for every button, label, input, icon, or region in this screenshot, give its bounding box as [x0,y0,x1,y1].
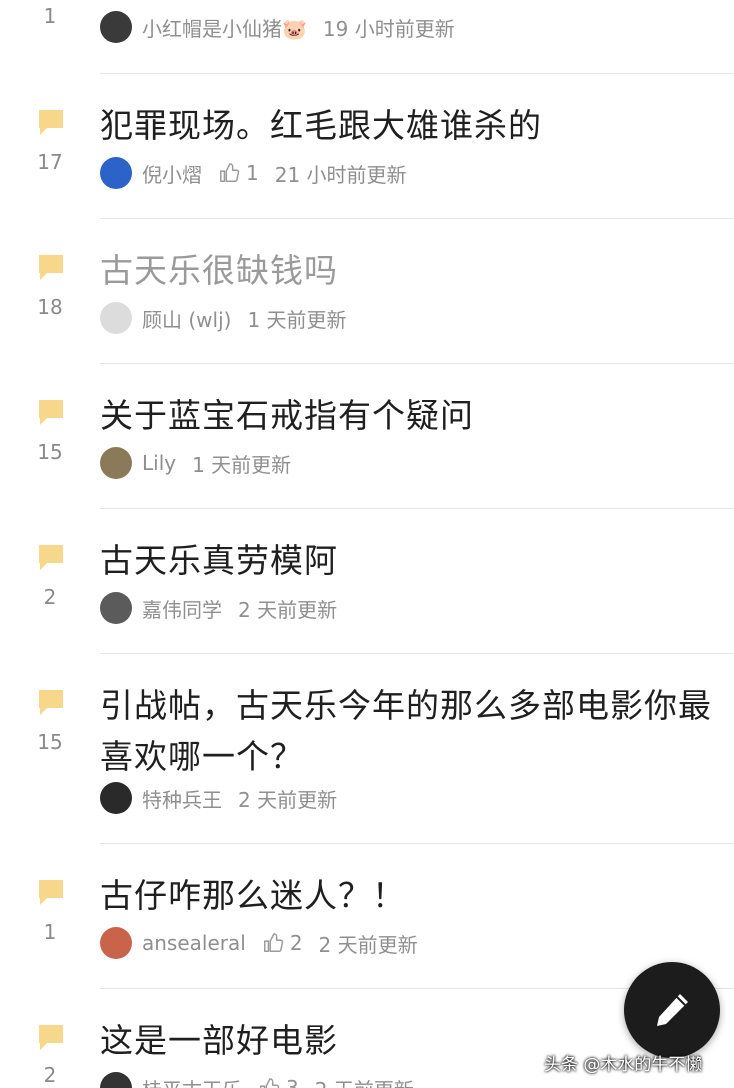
reply-count: 18 [37,295,63,319]
avatar[interactable] [100,1072,132,1088]
author-name[interactable]: Lily [142,451,176,475]
update-time: 19 小时前更新 [322,16,455,41]
author-name[interactable]: ansealeral [142,931,246,955]
comment-bubble-icon [39,545,63,570]
thread-meta: 嘉伟同学 2 天前更新 [100,591,337,625]
like-button[interactable]: 3 [258,1076,299,1088]
update-time: 2 天前更新 [315,1074,414,1088]
thread-title[interactable]: 引战帖，古天乐今年的那么多部电影你最喜欢哪一个？ [100,680,714,782]
thread-meta: 小红帽是小仙猪🐷 19 小时前更新 [100,10,455,44]
thread-item[interactable]: 15 关于蓝宝石戒指有个疑问 Lily 1 天前更新 [0,364,734,509]
thread-meta: 特种兵王 2 天前更新 [100,781,337,815]
thread-meta: 倪小熠 1 21 小时前更新 [100,156,407,190]
comment-bubble-icon [39,400,63,425]
avatar[interactable] [100,592,132,624]
compose-button[interactable] [624,962,720,1058]
thread-title[interactable]: 古天乐很缺钱吗 [100,245,714,296]
author-name[interactable]: 嘉伟同学 [142,594,222,623]
author-name[interactable]: 小红帽是小仙猪🐷 [142,13,307,42]
update-time: 21 小时前更新 [274,162,407,187]
pencil-icon [657,994,688,1026]
like-button[interactable]: 1 [218,161,259,185]
thread-item[interactable]: 2 古天乐真劳模阿 嘉伟同学 2 天前更新 [0,509,734,654]
thread-title[interactable]: 古仔咋那么迷人？！ [100,870,714,921]
reply-count: 2 [43,1063,57,1087]
avatar[interactable] [100,157,132,189]
reply-count: 17 [37,150,63,174]
avatar[interactable] [100,11,132,43]
reply-count: 1 [43,920,57,944]
thread-meta: Lily 1 天前更新 [100,446,291,480]
update-time: 2 天前更新 [238,787,338,812]
watermark: 头条 @木水的牛不懒 [544,1055,703,1075]
reply-count: 15 [37,730,63,754]
thread-title[interactable]: 古天乐真劳模阿 [100,535,714,586]
like-button[interactable]: 2 [262,931,303,955]
thread-item[interactable]: 1 古仔咋那么迷人？！ ansealeral 2 2 天前更新 [0,844,734,989]
thread-item[interactable]: 18 古天乐很缺钱吗 顾山 (wlj) 1 天前更新 [0,219,734,364]
avatar[interactable] [100,447,132,479]
thread-item[interactable]: 17 犯罪现场。红毛跟大雄谁杀的 倪小熠 1 21 小时前更新 [0,74,734,219]
author-name[interactable]: 桂平古天乐 [142,1074,242,1088]
like-count: 2 [289,931,303,955]
like-count: 1 [246,161,259,185]
thumbs-up-icon [260,1078,280,1088]
like-count: 3 [286,1076,299,1088]
reply-count: 15 [37,440,63,464]
reply-count: 1 [43,4,57,28]
thumbs-up-icon [220,163,240,182]
reply-count: 2 [43,585,57,609]
comment-bubble-icon [39,880,63,905]
author-name[interactable]: 特种兵王 [142,784,222,813]
thread-item[interactable]: 15 引战帖，古天乐今年的那么多部电影你最喜欢哪一个？ 特种兵王 2 天前更新 [0,654,734,844]
comment-bubble-icon [39,1025,63,1050]
avatar[interactable] [100,782,132,814]
author-name[interactable]: 顾山 (wlj) [142,304,231,333]
thread-item-partial[interactable]: 1 小红帽是小仙猪🐷 19 小时前更新 [0,0,734,74]
avatar[interactable] [100,302,132,334]
avatar[interactable] [100,927,132,959]
comment-bubble-icon [39,110,63,135]
comment-bubble-icon [39,255,63,280]
thread-title[interactable]: 犯罪现场。红毛跟大雄谁杀的 [100,100,714,151]
thumbs-up-icon [263,933,284,952]
update-time: 1 天前更新 [247,307,347,332]
thread-meta: ansealeral 2 2 天前更新 [100,926,418,960]
thread-meta: 桂平古天乐 3 2 天前更新 [100,1071,414,1088]
thread-title[interactable]: 关于蓝宝石戒指有个疑问 [100,390,714,441]
update-time: 2 天前更新 [238,597,338,622]
update-time: 2 天前更新 [318,932,418,957]
comment-bubble-icon [39,690,63,715]
thread-meta: 顾山 (wlj) 1 天前更新 [100,301,347,335]
update-time: 1 天前更新 [192,452,292,477]
author-name[interactable]: 倪小熠 [142,159,202,188]
